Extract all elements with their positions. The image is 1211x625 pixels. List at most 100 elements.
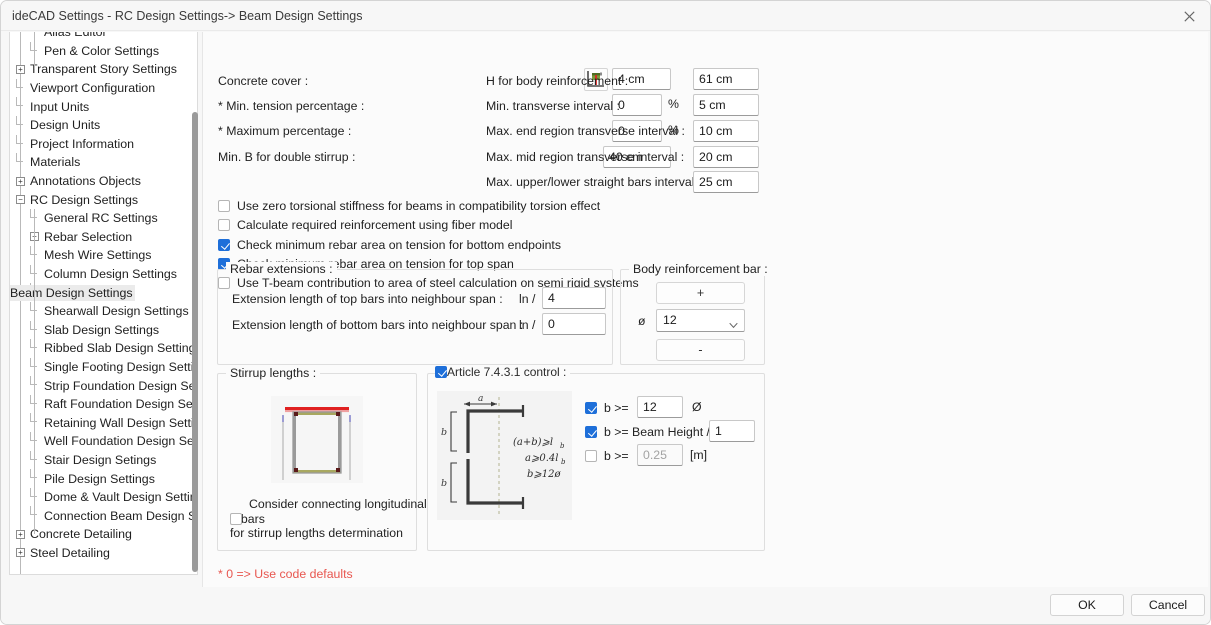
max-mid-region-interval-input[interactable] bbox=[693, 146, 759, 168]
body-reinforcement-plus-button[interactable]: + bbox=[656, 282, 745, 304]
sidebar-item-steel-detailing[interactable]: + Steel Detailing bbox=[10, 544, 197, 563]
collapse-icon[interactable]: − bbox=[16, 195, 25, 205]
article-control-checkbox[interactable]: Article 7.4.3.1 control : bbox=[435, 365, 571, 379]
sidebar-item-rebar-selection[interactable]: +Rebar Selection bbox=[10, 228, 197, 247]
article-row-2-suffix: [m] bbox=[690, 448, 708, 462]
sidebar-item-dome-vault-design-settin[interactable]: Dome & Vault Design Settin bbox=[10, 487, 197, 507]
checkbox-zero-torsional-stiffness[interactable]: Use zero torsional stiffness for beams i… bbox=[218, 199, 600, 213]
sidebar-item-label: Beam Design Settings bbox=[10, 284, 135, 301]
sidebar-item-label: Annotations Objects bbox=[30, 174, 141, 189]
sidebar-item-materials[interactable]: Materials bbox=[10, 153, 197, 172]
sidebar-item-label: Mesh Wire Settings bbox=[44, 248, 152, 263]
sidebar-item-mesh-wire-settings[interactable]: Mesh Wire Settings bbox=[10, 246, 197, 265]
h-body-reinforcement-input[interactable] bbox=[693, 68, 759, 90]
diameter-symbol-label: ø bbox=[638, 314, 646, 328]
sidebar-item-retaining-wall-design-settin[interactable]: Retaining Wall Design Settin bbox=[10, 413, 197, 432]
svg-text:b: b bbox=[441, 478, 447, 489]
settings-tree[interactable]: Alias Editor Pen & Color Settings + Transpa… bbox=[9, 32, 198, 575]
sidebar-item-pen-color-settings[interactable]: Pen & Color Settings bbox=[10, 41, 197, 61]
sidebar-item-label: Viewport Configuration bbox=[30, 81, 156, 96]
sidebar-item-stair-design-setings[interactable]: Stair Design Setings bbox=[10, 450, 197, 470]
svg-text:a: a bbox=[478, 394, 483, 404]
sidebar-item-label: Concrete Detailing bbox=[30, 527, 132, 542]
sidebar-item-label: Slab Design Settings bbox=[44, 322, 160, 337]
body-reinforcement-diameter-select[interactable]: 12 bbox=[656, 309, 745, 332]
stirrup-checkbox-label-line3: for stirrup lengths determination bbox=[230, 526, 403, 540]
max-straight-bars-interval-input[interactable] bbox=[693, 171, 759, 193]
sidebar-item-alias-editor[interactable]: Alias Editor bbox=[10, 32, 197, 42]
sidebar-item-beam-design-settings[interactable]: Beam Design Settings bbox=[10, 283, 197, 302]
checkbox-consider-connecting-longitudinal-rebars[interactable]: Consider connecting longitudinal rebars … bbox=[230, 497, 427, 541]
stirrup-section-diagram bbox=[271, 396, 363, 483]
sidebar-item-raft-foundation-design-sett[interactable]: Raft Foundation Design Sett bbox=[10, 394, 198, 414]
stirrup-checkbox-label-line2: rebars bbox=[230, 511, 265, 526]
checkbox-box bbox=[585, 426, 597, 438]
checkbox-label: Use zero torsional stiffness for beams i… bbox=[237, 199, 601, 213]
code-defaults-footnote: * 0 => Use code defaults bbox=[218, 567, 353, 581]
article-row-2-input[interactable] bbox=[637, 444, 683, 466]
svg-text:b: b bbox=[441, 427, 447, 438]
sidebar-item-concrete-detailing[interactable]: + Concrete Detailing bbox=[10, 525, 197, 544]
sidebar-item-column-design-settings[interactable]: Column Design Settings bbox=[10, 264, 197, 284]
sidebar-item-shearwall-design-settings[interactable]: Shearwall Design Settings bbox=[10, 301, 197, 321]
expand-icon[interactable]: + bbox=[16, 176, 25, 186]
max-end-region-interval-input[interactable] bbox=[693, 120, 759, 142]
sidebar-item-pile-design-settings[interactable]: Pile Design Settings bbox=[10, 469, 197, 488]
sidebar-item-general-rc-settings[interactable]: General RC Settings bbox=[10, 208, 197, 228]
sidebar-item-strip-foundation-design-set[interactable]: Strip Foundation Design Set bbox=[10, 376, 198, 395]
sidebar-item-rc-design-settings[interactable]: − RC Design Settings bbox=[10, 190, 197, 209]
sidebar-item-label: Strip Foundation Design Set bbox=[44, 378, 198, 393]
label-extension-top-bars: Extension length of top bars into neighb… bbox=[232, 292, 503, 306]
prefix-ln-bottom: ln / bbox=[519, 318, 536, 332]
article-row-0-checkbox[interactable]: b >= bbox=[585, 401, 629, 415]
sidebar-item-label: Dome & Vault Design Settin bbox=[44, 490, 197, 505]
checkbox-box bbox=[218, 239, 230, 251]
extension-bottom-bars-input[interactable] bbox=[542, 313, 606, 335]
sidebar-item-slab-design-settings[interactable]: Slab Design Settings bbox=[10, 320, 197, 340]
ok-button[interactable]: OK bbox=[1050, 594, 1124, 616]
sidebar-item-viewport-configuration[interactable]: Viewport Configuration bbox=[10, 78, 197, 98]
extension-top-bars-input[interactable] bbox=[542, 287, 606, 309]
cancel-button[interactable]: Cancel bbox=[1131, 594, 1205, 616]
sidebar-item-design-units[interactable]: Design Units bbox=[10, 115, 197, 135]
sidebar-item-connection-beam-design-se[interactable]: Connection Beam Design Se bbox=[10, 506, 198, 525]
stirrup-checkbox-label-line1: Consider connecting longitudinal bbox=[249, 497, 427, 511]
sidebar-item-ribbed-slab-design-settings[interactable]: Ribbed Slab Design Settings bbox=[10, 339, 197, 358]
article-row-0-input[interactable] bbox=[637, 396, 683, 418]
sidebar-item-transparent-story-settings[interactable]: + Transparent Story Settings bbox=[10, 60, 197, 79]
sidebar-item-label: Steel Detailing bbox=[30, 545, 110, 560]
tree-guide-line bbox=[34, 32, 35, 70]
prefix-ln-top: ln / bbox=[519, 292, 536, 306]
sidebar-item-label: Raft Foundation Design Sett bbox=[44, 397, 198, 412]
checkbox-label: Calculate required reinforcement using f… bbox=[237, 218, 513, 232]
settings-dialog: ideCAD Settings - RC Design Settings-> B… bbox=[0, 0, 1211, 625]
label-max-straight-bars-interval: Max. upper/lower straight bars interval … bbox=[486, 175, 702, 189]
sidebar-item-label: Rebar Selection bbox=[44, 229, 133, 244]
label-concrete-cover: Concrete cover : bbox=[218, 74, 309, 88]
label-max-end-region-interval: Max. end region transverse interval : bbox=[486, 124, 685, 138]
expand-icon[interactable]: + bbox=[16, 548, 25, 558]
sidebar-item-annotations-objects[interactable]: + Annotations Objects bbox=[10, 172, 197, 191]
checkbox-fiber-model[interactable]: Calculate required reinforcement using f… bbox=[218, 218, 512, 232]
checkbox-min-rebar-bottom-endpoints[interactable]: Check minimum rebar area on tension for … bbox=[218, 238, 561, 252]
body-reinforcement-diameter-value: 12 bbox=[663, 313, 677, 327]
sidebar-item-label: Project Information bbox=[30, 136, 134, 151]
article-row-2-checkbox[interactable]: b >= bbox=[585, 449, 629, 463]
body-reinforcement-minus-button[interactable]: - bbox=[656, 339, 745, 361]
sidebar-item-project-information[interactable]: Project Information bbox=[10, 134, 197, 154]
svg-text:b: b bbox=[561, 458, 566, 466]
sidebar-item-label: Transparent Story Settings bbox=[30, 62, 177, 77]
close-icon[interactable] bbox=[1166, 1, 1210, 31]
sidebar-item-label: Connection Beam Design Se bbox=[44, 508, 198, 523]
article-row-1-label: b >= Beam Height / bbox=[604, 425, 710, 439]
article-row-1-input[interactable] bbox=[709, 420, 755, 442]
article-row-1-checkbox[interactable]: b >= Beam Height / bbox=[585, 425, 710, 439]
expand-icon[interactable]: + bbox=[16, 64, 25, 74]
sidebar-item-input-units[interactable]: Input Units bbox=[10, 97, 197, 116]
min-transverse-interval-input[interactable] bbox=[693, 94, 759, 116]
sidebar-item-well-foundation-design-sett[interactable]: Well Foundation Design Sett bbox=[10, 432, 197, 451]
tree-vertical-scrollbar-thumb[interactable] bbox=[192, 112, 198, 572]
expand-icon[interactable]: + bbox=[16, 529, 25, 539]
rebar-extensions-title: Rebar extensions : bbox=[226, 262, 337, 276]
sidebar-item-single-footing-design-settin[interactable]: Single Footing Design Settin bbox=[10, 357, 197, 377]
